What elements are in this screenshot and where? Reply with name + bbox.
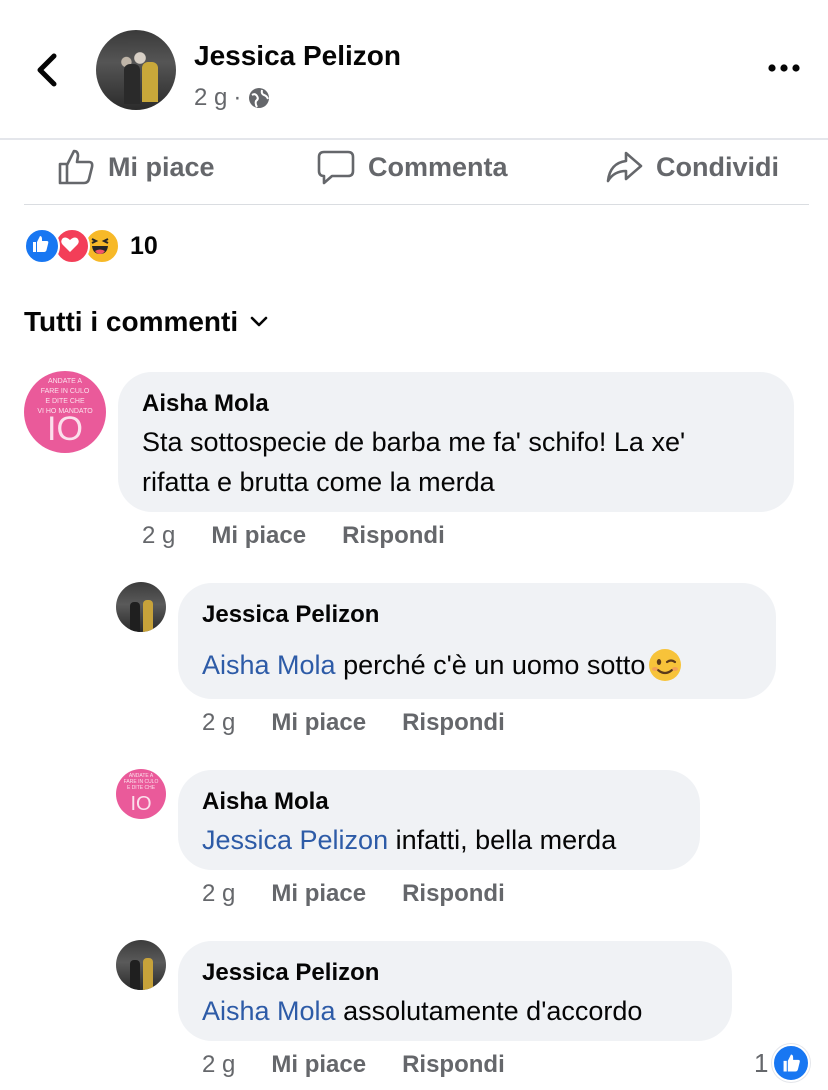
reply-text: Jessica Pelizon infatti, bella merda	[202, 825, 617, 855]
reply-like-button[interactable]: Mi piace	[271, 880, 366, 908]
reactions-summary[interactable]: 10	[24, 228, 158, 264]
comment-label: Commenta	[368, 151, 508, 182]
actions-divider	[24, 204, 809, 205]
thumbs-up-icon	[58, 149, 94, 185]
header-divider	[0, 138, 828, 140]
more-dots-icon	[768, 64, 800, 72]
reply-author[interactable]: Aisha Mola	[202, 788, 329, 816]
globe-icon	[249, 88, 270, 108]
reply-mention-link[interactable]: Aisha Mola	[202, 645, 336, 685]
comment-text: Sta sottospecie de barba me fa' schifo! …	[142, 427, 686, 497]
reply-bubble: Jessica Pelizon Aisha Mola assolutamente…	[178, 941, 732, 1041]
post-meta-separator: ·	[233, 84, 242, 111]
reply-mention-link[interactable]: Jessica Pelizon	[202, 825, 388, 855]
reply-reply-button[interactable]: Rispondi	[402, 709, 505, 737]
reply-time: 2 g	[202, 1051, 236, 1078]
like-button[interactable]: Mi piace	[56, 144, 215, 190]
reply-avatar[interactable]	[116, 940, 166, 990]
comments-filter-dropdown[interactable]: Tutti i commenti	[24, 306, 268, 338]
post-author-name[interactable]: Jessica Pelizon	[194, 40, 401, 72]
comment-time: 2 g	[142, 522, 176, 549]
reply-like-count-number: 1	[754, 1047, 769, 1078]
comments-filter-label: Tutti i commenti	[24, 306, 239, 337]
reply-like-count[interactable]: 1	[754, 1044, 811, 1082]
share-button[interactable]: Condividi	[604, 144, 779, 190]
comment-bubble-icon	[317, 150, 355, 185]
post-author-avatar[interactable]	[96, 30, 176, 110]
reply-reply-button[interactable]: Rispondi	[402, 1051, 505, 1079]
share-arrow-icon	[606, 151, 643, 183]
comment-button[interactable]: Commenta	[316, 144, 508, 190]
post-meta: 2 g ·	[194, 84, 271, 112]
commenter-avatar[interactable]: ANDATE A FARE IN CULO E DITE CHE VI HO M…	[24, 371, 106, 453]
reply-author[interactable]: Jessica Pelizon	[202, 601, 379, 629]
comment-bubble: Aisha Mola Sta sottospecie de barba me f…	[118, 372, 794, 512]
reply-avatar[interactable]: ANDATE A FARE IN CULO E DITE CHE IO	[116, 769, 166, 819]
back-button[interactable]	[30, 48, 66, 92]
reply-avatar[interactable]	[116, 582, 166, 632]
reply-time: 2 g	[202, 880, 236, 907]
reply-reply-button[interactable]: Rispondi	[402, 880, 505, 908]
reply-meta: 2 g Mi piace Rispondi	[202, 880, 505, 908]
reply-bubble: Aisha Mola Jessica Pelizon infatti, bell…	[178, 770, 700, 870]
reply-like-button[interactable]: Mi piace	[271, 709, 366, 737]
more-options-button[interactable]	[766, 58, 802, 78]
share-label: Condividi	[656, 151, 779, 182]
reply-mention-link[interactable]: Aisha Mola	[202, 996, 336, 1026]
reactions-count: 10	[130, 231, 158, 260]
reply-time: 2 g	[202, 709, 236, 736]
chevron-left-icon	[37, 53, 57, 87]
comment-meta: 2 g Mi piace Rispondi	[142, 522, 445, 550]
reply-like-button[interactable]: Mi piace	[271, 1051, 366, 1079]
comment-like-button[interactable]: Mi piace	[211, 522, 306, 550]
winking-face-emoji-icon	[649, 649, 682, 681]
reply-bubble: Jessica Pelizon Aisha Mola perché c'è un…	[178, 583, 776, 699]
comment-author[interactable]: Aisha Mola	[142, 390, 269, 418]
comment-reply-button[interactable]: Rispondi	[342, 522, 445, 550]
like-label: Mi piace	[108, 151, 215, 182]
reply-meta: 2 g Mi piace Rispondi	[202, 709, 505, 737]
like-reaction-icon	[24, 228, 60, 264]
chevron-down-icon	[250, 316, 268, 327]
reply-author[interactable]: Jessica Pelizon	[202, 959, 379, 987]
post-time: 2 g	[194, 84, 228, 111]
like-reaction-icon	[772, 1044, 811, 1082]
reply-text: Aisha Mola perché c'è un uomo sotto	[202, 645, 683, 685]
reply-meta: 2 g Mi piace Rispondi	[202, 1051, 505, 1079]
reply-text: Aisha Mola assolutamente d'accordo	[202, 996, 643, 1026]
